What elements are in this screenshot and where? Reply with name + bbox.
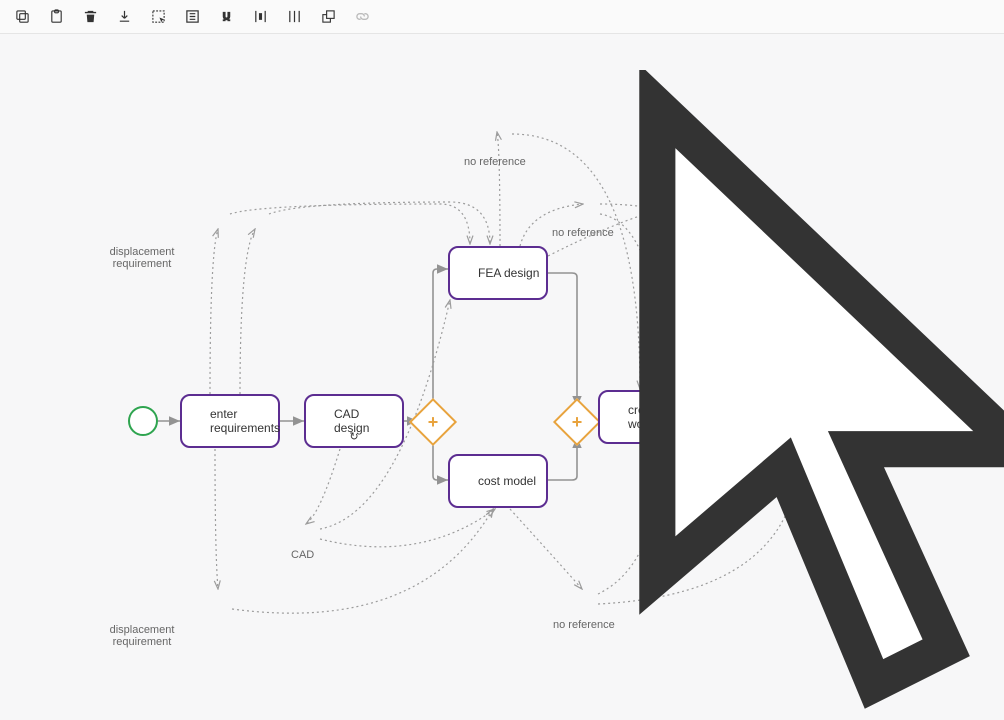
assoc-cost-noref-bot [510,509,582,589]
task-run-mdo[interactable]: run MDO workflow [742,390,862,444]
task-label: FEA design [478,266,539,280]
assoc-caddoc-cost [320,509,495,547]
data-object-label: no reference [553,619,615,631]
task-create-mdo[interactable]: create MDO workflow [598,390,718,444]
task-label: enter requirements [210,407,280,435]
magnet-icon[interactable] [212,3,240,31]
download-icon[interactable] [110,3,138,31]
task-label: create MDO workflow [628,403,710,431]
assoc-enter-disp-bot [215,449,218,589]
assoc-fea-noref-mid [520,204,583,246]
toolbar [0,0,1004,34]
delete-icon[interactable] [76,3,104,31]
data-object-label: CAD [291,549,314,561]
task-label: run MDO workflow [772,403,854,431]
gateway-join[interactable]: + [560,405,594,439]
assoc-noref-bot-create [598,446,660,594]
assoc-fea-noref-top [497,132,500,246]
start-event[interactable] [128,406,158,436]
data-object-label: no reference [464,156,526,168]
task-cost-model[interactable]: cost model [448,454,548,508]
paste-icon[interactable] [42,3,70,31]
bring-front-icon[interactable] [314,3,342,31]
assoc-doc-fea1 [230,204,470,244]
assoc-disp-bot-cost [232,509,493,613]
end-event[interactable] [908,406,938,436]
align-icon[interactable] [178,3,206,31]
assoc-noref-bot-run [598,446,800,604]
select-icon[interactable] [144,3,172,31]
task-label: CAD design [334,407,396,435]
data-object-label: displacement requirement [102,624,182,648]
task-fea-design[interactable]: FEA design [448,246,548,300]
data-object-label: no reference [686,227,748,239]
flow-gw1-fea [433,269,448,407]
assoc-doc-fea2 [269,202,490,244]
diagram-canvas[interactable]: + + enter requirements CAD design ↻ FEA … [0,34,1004,684]
distribute-h-icon[interactable] [246,3,274,31]
flow-fea-gw2 [548,273,577,407]
gateway-split[interactable]: + [416,405,450,439]
assoc-cad-caddoc [306,449,340,524]
data-object-label: no reference [552,227,614,239]
loop-marker-icon: ↻ [349,430,358,443]
assoc-noref-right-run [720,234,800,389]
task-enter-requirements[interactable]: enter requirements [180,394,280,448]
assoc-enter-doc2 [240,229,255,394]
task-cad-design[interactable]: CAD design ↻ [304,394,404,448]
distribute-v-icon[interactable] [280,3,308,31]
task-label: cost model [478,474,536,488]
link-icon[interactable] [348,3,376,31]
assoc-noref-mid-create [600,214,660,389]
connections-layer [0,34,1004,684]
data-object-label: displacement requirement [102,246,182,270]
flow-cost-gw2 [548,437,577,480]
copy-icon[interactable] [8,3,36,31]
assoc-enter-doc1 [210,229,218,394]
